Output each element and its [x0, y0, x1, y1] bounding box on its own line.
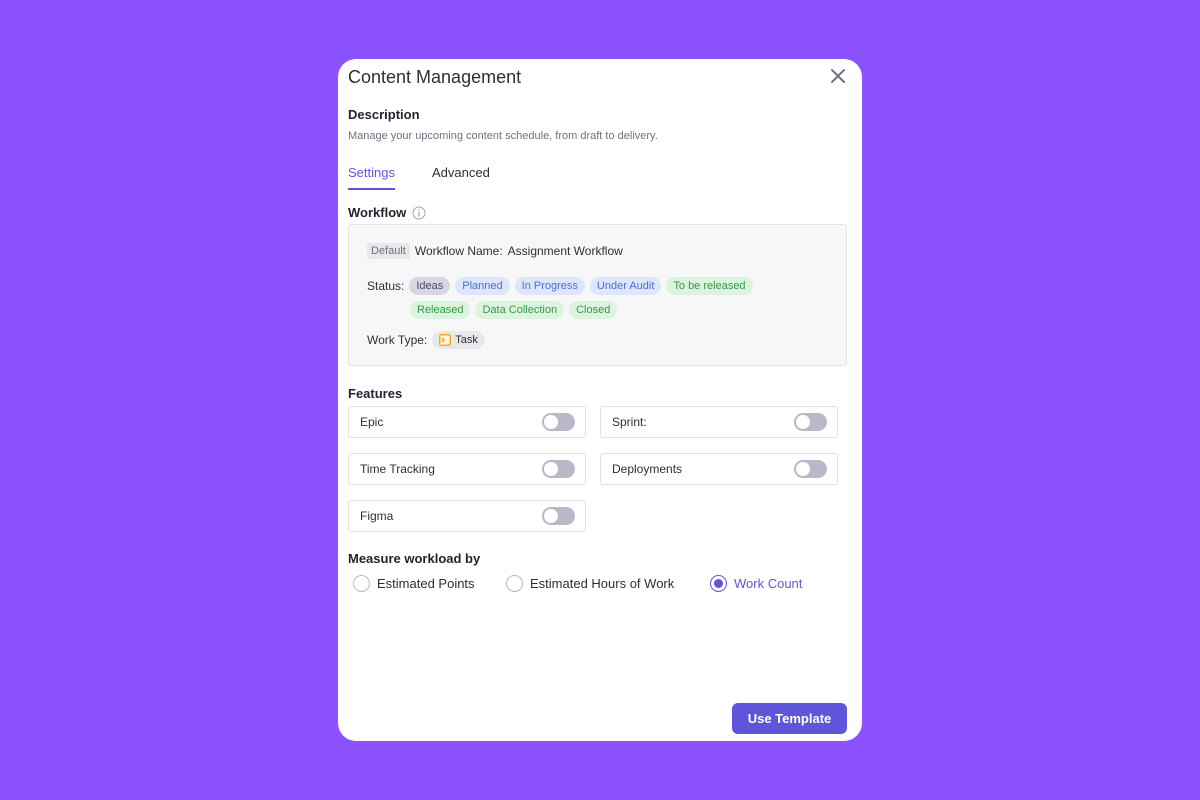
- feature-figma-label: Figma: [360, 509, 394, 523]
- status-label: Status:: [367, 279, 405, 293]
- feature-epic-toggle[interactable]: [542, 413, 575, 431]
- feature-sprint-toggle[interactable]: [794, 413, 827, 431]
- description-heading: Description: [348, 107, 420, 122]
- status-chip-data-collection: Data Collection: [475, 301, 565, 319]
- radio-estimated-points-circle[interactable]: [353, 575, 370, 592]
- feature-epic-label: Epic: [360, 415, 384, 429]
- radio-estimated-hours-circle[interactable]: [506, 575, 523, 592]
- measure-heading: Measure workload by: [348, 551, 481, 566]
- status-chip-released: Released: [410, 301, 471, 319]
- description-text: Manage your upcoming content schedule, f…: [348, 130, 658, 142]
- feature-deployments-label: Deployments: [612, 462, 683, 476]
- workflow-name-label: Workflow Name:: [414, 244, 503, 258]
- workflow-heading-label: Workflow: [348, 205, 407, 220]
- status-chip-closed: Closed: [569, 301, 618, 319]
- feature-deployments: Deployments: [600, 453, 838, 485]
- status-chip-under-audit: Under Audit: [589, 277, 662, 295]
- work-type-value: Task: [455, 334, 478, 346]
- features-heading: Features: [348, 386, 403, 401]
- template-modal: Content Management Description Manage yo…: [338, 59, 862, 741]
- status-row: Status: Ideas Planned In Progress Under …: [367, 277, 753, 295]
- radio-work-count[interactable]: Work Count: [710, 575, 802, 592]
- feature-sprint-label: Sprint:: [612, 415, 647, 429]
- status-chip-in-progress: In Progress: [514, 277, 585, 295]
- close-icon[interactable]: [829, 67, 847, 85]
- status-chip-ideas: Ideas: [409, 277, 451, 295]
- feature-deployments-toggle[interactable]: [794, 460, 827, 478]
- use-template-button[interactable]: Use Template: [732, 703, 847, 734]
- task-icon: [439, 334, 452, 346]
- tab-advanced[interactable]: Advanced: [432, 165, 490, 188]
- feature-figma: Figma: [348, 500, 586, 532]
- modal-title: Content Management: [348, 67, 522, 87]
- feature-figma-toggle[interactable]: [542, 507, 575, 525]
- status-chip-to-be-released: To be released: [666, 277, 753, 295]
- radio-estimated-points[interactable]: Estimated Points: [353, 575, 475, 592]
- workflow-heading: Workflow: [348, 205, 426, 220]
- workflow-name-row: Default Workflow Name: Assignment Workfl…: [367, 243, 623, 259]
- feature-time-tracking-toggle[interactable]: [542, 460, 575, 478]
- work-type-row: Work Type: Task: [367, 331, 485, 349]
- work-type-chip: Task: [432, 331, 485, 349]
- radio-estimated-points-label: Estimated Points: [377, 576, 475, 591]
- feature-time-tracking-label: Time Tracking: [360, 462, 435, 476]
- radio-estimated-hours[interactable]: Estimated Hours of Work: [506, 575, 674, 592]
- status-chip-planned: Planned: [455, 277, 510, 295]
- feature-epic: Epic: [348, 406, 586, 438]
- radio-work-count-label: Work Count: [734, 576, 803, 591]
- status-row-2: Released Data Collection Closed: [410, 301, 618, 319]
- workflow-box: Default Workflow Name: Assignment Workfl…: [348, 224, 847, 366]
- feature-sprint: Sprint:: [600, 406, 838, 438]
- radio-work-count-circle[interactable]: [710, 575, 727, 592]
- default-badge: Default: [367, 243, 410, 259]
- work-type-label: Work Type:: [367, 333, 428, 347]
- feature-time-tracking: Time Tracking: [348, 453, 586, 485]
- tab-settings[interactable]: Settings: [348, 165, 395, 190]
- workflow-name-value: Assignment Workflow: [507, 244, 623, 258]
- radio-estimated-hours-label: Estimated Hours of Work: [530, 576, 675, 591]
- info-icon[interactable]: [412, 206, 426, 220]
